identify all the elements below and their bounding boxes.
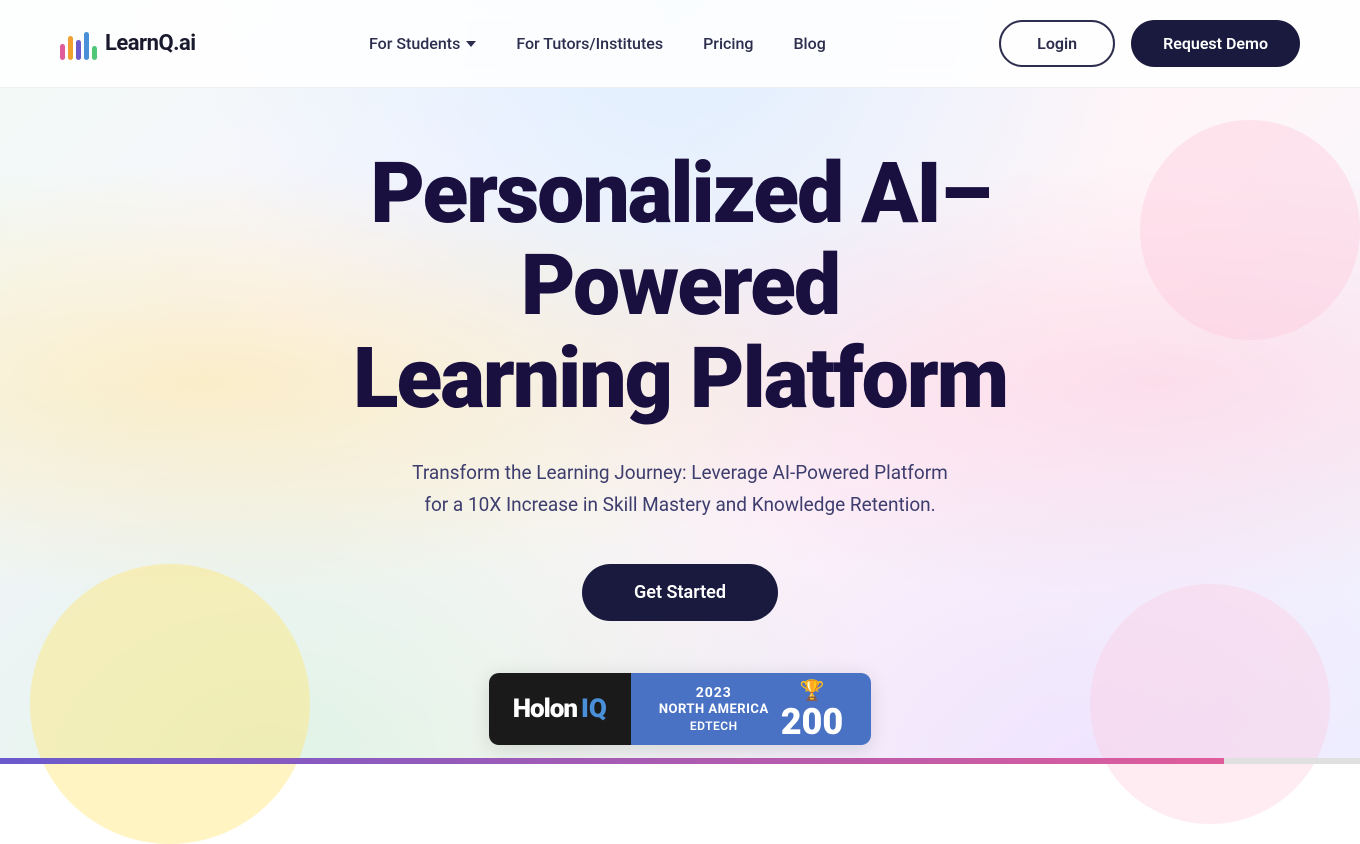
nav-links: For Students For Tutors/Institutes Prici… [369, 34, 826, 53]
logo-bar-2 [68, 36, 73, 60]
logo-bar-5 [92, 46, 97, 60]
scroll-bar-fill [0, 758, 1224, 764]
request-demo-button[interactable]: Request Demo [1131, 20, 1300, 67]
login-button[interactable]: Login [999, 20, 1115, 67]
nav-item-blog[interactable]: Blog [793, 34, 825, 53]
logo-bar-3 [76, 40, 81, 60]
logo-icon [60, 28, 97, 60]
nav-item-for-students[interactable]: For Students [369, 34, 476, 53]
holon-description: 2023 NORTH AMERICA EDTECH [659, 684, 769, 735]
holon-category: EDTECH [659, 719, 769, 735]
holon-text: Holon [513, 694, 577, 724]
nav-item-for-tutors[interactable]: For Tutors/Institutes [516, 34, 663, 53]
logo-text: LearnQ.ai [105, 31, 196, 56]
trophy-icon: 🏆 [800, 678, 825, 702]
holon-left-panel: Holon IQ [489, 673, 631, 745]
holon-right-panel: 2023 NORTH AMERICA EDTECH 🏆 200 [631, 673, 871, 745]
logo-bar-4 [84, 32, 89, 60]
nav-item-pricing[interactable]: Pricing [703, 34, 753, 53]
nav-actions: Login Request Demo [999, 20, 1300, 67]
logo-link[interactable]: LearnQ.ai [60, 28, 196, 60]
scroll-bar [0, 758, 1360, 764]
holon-award: 🏆 200 [781, 678, 844, 740]
get-started-button[interactable]: Get Started [582, 564, 778, 621]
holon-badge: Holon IQ 2023 NORTH AMERICA EDTECH 🏆 200 [489, 673, 872, 745]
holon-year: 2023 [659, 684, 769, 702]
hero-subtitle: Transform the Learning Journey: Leverage… [400, 457, 960, 520]
chevron-down-icon [466, 41, 476, 47]
holon-region: NORTH AMERICA [659, 702, 769, 719]
holon-number: 200 [781, 704, 844, 740]
hero-title: Personalized AI–Powered Learning Platfor… [230, 148, 1130, 425]
navbar: LearnQ.ai For Students For Tutors/Instit… [0, 0, 1360, 88]
logo-bar-1 [60, 44, 65, 60]
hero-section: Personalized AI–Powered Learning Platfor… [0, 88, 1360, 785]
holon-iq-text: IQ [581, 694, 607, 724]
